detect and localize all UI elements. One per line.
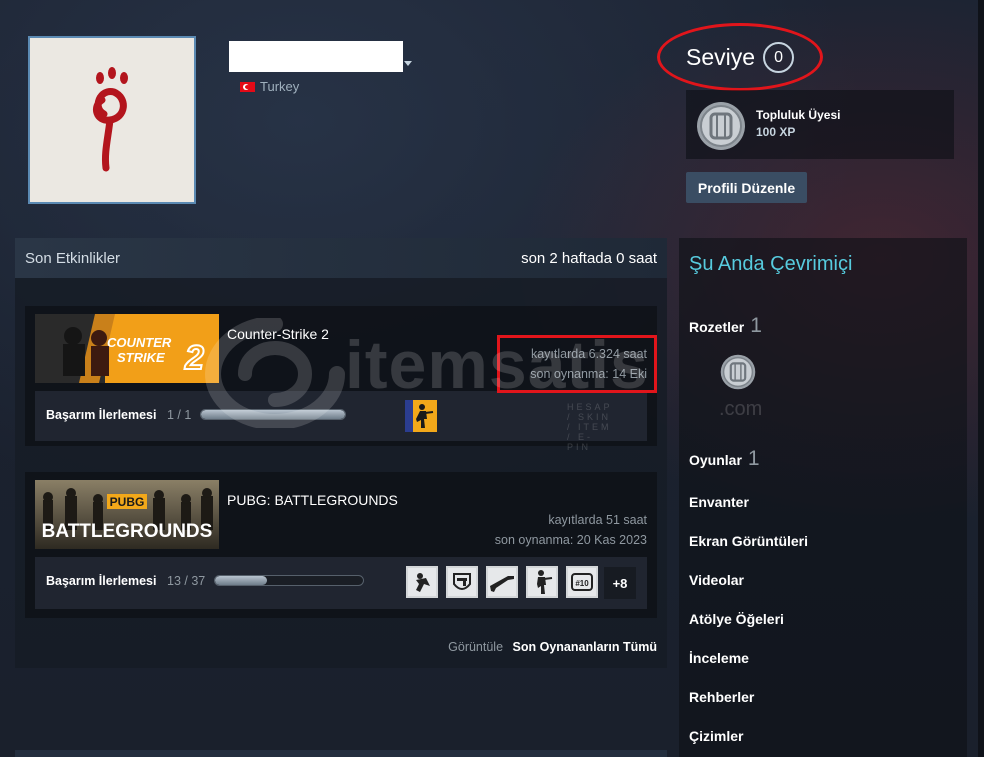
cs2-achievement-label[interactable]: Başarım İlerlemesi — [46, 408, 157, 422]
pubg-hours: kayıtlarda 51 saat son oynanma: 20 Kas 2… — [495, 510, 647, 550]
persona-name[interactable] — [229, 41, 403, 72]
recent-hours-summary: son 2 haftada 0 saat — [521, 250, 657, 267]
pubg-hours-on-record: kayıtlarda 51 saat — [548, 513, 647, 527]
sidebar-games[interactable]: Oyunlar 1 — [689, 447, 760, 471]
sidebar-games-label: Oyunlar — [689, 452, 742, 468]
pubg-achievement-progress-fill — [215, 576, 267, 585]
community-badge-mini-icon[interactable] — [720, 354, 756, 390]
cs2-achievement-icon[interactable] — [405, 400, 437, 432]
level-annotation-circle — [657, 23, 823, 91]
sidebar-link-videos[interactable]: Videolar — [689, 572, 744, 588]
sidebar-badges-label: Rozetler — [689, 319, 745, 335]
sidebar-link-workshop[interactable]: Atölye Öğeleri — [689, 611, 784, 627]
cs2-capsule-line2: STRIKE — [117, 350, 165, 365]
profile-sidebar: Şu Anda Çevrimiçi Rozetler 1 Oyunlar 1 Env… — [679, 238, 967, 757]
cs2-game-name[interactable]: Counter-Strike 2 — [227, 326, 329, 342]
next-panel-edge — [15, 750, 667, 757]
sidebar-link-artwork[interactable]: Çizimler — [689, 728, 743, 744]
profile-country: Turkey — [240, 79, 299, 94]
pubg-achievement-bar: Başarım İlerlemesi 13 / 37 #10 — [35, 557, 647, 609]
pubg-capsule-logo: PUBG — [110, 495, 145, 509]
sidebar-link-inventory[interactable]: Envanter — [689, 494, 749, 510]
cs2-capsule-number: 2 — [184, 339, 204, 377]
view-all-recent-link[interactable]: Son Oynananların Tümü — [513, 640, 657, 654]
hours-annotation-box — [497, 335, 657, 393]
community-badge-icon — [697, 102, 745, 150]
sidebar-link-reviews[interactable]: İnceleme — [689, 650, 749, 666]
country-label: Turkey — [260, 79, 300, 94]
more-achievements-button[interactable]: +8 — [604, 567, 636, 599]
pubg-achievement-label[interactable]: Başarım İlerlemesi — [46, 574, 157, 588]
view-all-recent: Görüntüle Son Oynananların Tümü — [448, 640, 657, 654]
badge-name: Topluluk Üyesi — [756, 108, 841, 122]
cs2-achievement-progress — [200, 409, 346, 420]
recent-activity-title: Son Etkinlikler — [25, 250, 121, 267]
soldier-achievement-icon[interactable] — [526, 566, 558, 598]
name-history-caret-icon[interactable] — [404, 61, 412, 66]
pubg-capsule-title: BATTLEGROUNDS — [42, 521, 213, 542]
sidebar-link-guides[interactable]: Rehberler — [689, 689, 754, 705]
cs2-capsule-art: COUNTER STRIKE 2 — [35, 314, 219, 383]
online-status: Şu Anda Çevrimiçi — [689, 253, 853, 275]
pubg-last-played: son oynanma: 20 Kas 2023 — [494, 533, 647, 547]
featured-badge[interactable]: Topluluk Üyesi 100 XP — [686, 90, 954, 159]
profile-avatar[interactable] — [28, 36, 196, 204]
turkey-flag-icon — [240, 81, 255, 92]
pubg-achievement-progress — [214, 575, 364, 586]
recent-activity-panel: Son Etkinlikler son 2 haftada 0 saat COU… — [15, 238, 667, 668]
view-all-prefix: Görüntüle — [448, 640, 504, 654]
cs2-achievement-progress-fill — [201, 410, 345, 419]
edit-profile-button[interactable]: Profili Düzenle — [686, 172, 807, 203]
shield-pistol-achievement-icon[interactable] — [446, 566, 478, 598]
badge-xp: 100 XP — [756, 125, 796, 139]
cs2-capsule-line1: COUNTER — [107, 335, 172, 350]
pubg-game-name[interactable]: PUBG: BATTLEGROUNDS — [227, 492, 398, 508]
sidebar-games-count: 1 — [747, 447, 760, 470]
scroll-edge — [978, 0, 984, 757]
svg-text:#10: #10 — [575, 579, 589, 588]
sidebar-link-screenshots[interactable]: Ekran Görüntüleri — [689, 533, 808, 549]
rifle-achievement-icon[interactable] — [486, 566, 518, 598]
pubg-capsule-image[interactable]: PUBG BATTLEGROUNDS — [35, 480, 219, 549]
avatar-image — [30, 38, 194, 202]
cs2-achievement-bar: Başarım İlerlemesi 1 / 1 — [35, 391, 647, 441]
cs2-capsule-image[interactable]: COUNTER STRIKE 2 — [35, 314, 219, 383]
game-card-pubg: PUBG BATTLEGROUNDS PUBG: BATTLEGROUNDS k… — [25, 472, 657, 618]
parachute-achievement-icon[interactable] — [406, 566, 438, 598]
pubg-achievement-count: 13 / 37 — [167, 574, 206, 588]
sidebar-badges-count: 1 — [750, 314, 762, 337]
top-ten-achievement-icon[interactable]: #10 — [566, 566, 598, 598]
sidebar-badges[interactable]: Rozetler 1 — [689, 314, 762, 338]
cs2-achievement-count: 1 / 1 — [167, 408, 192, 422]
pubg-capsule-art: PUBG BATTLEGROUNDS — [35, 480, 219, 549]
recent-activity-header: Son Etkinlikler son 2 haftada 0 saat — [15, 238, 667, 278]
